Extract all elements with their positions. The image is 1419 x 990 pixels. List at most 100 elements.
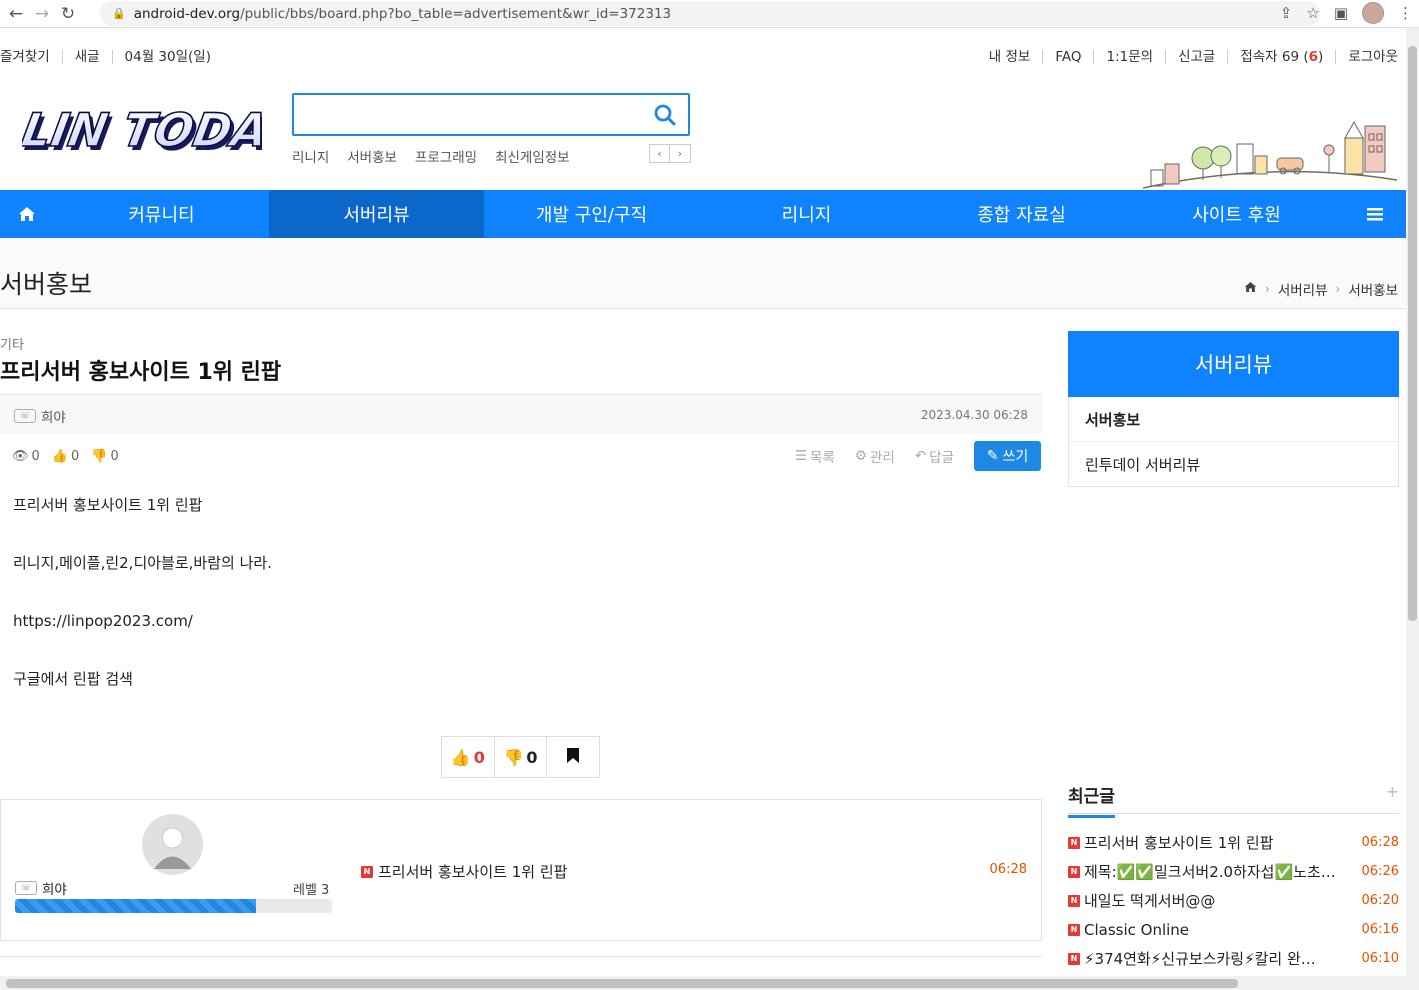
list-item[interactable]: N 프리서버 홍보사이트 1위 린팝 06:28 xyxy=(1068,828,1399,857)
new-icon: N xyxy=(1068,923,1080,936)
new-icon: N xyxy=(1068,865,1080,878)
sidebar-item-server-review[interactable]: 린투데이 서버리뷰 xyxy=(1069,441,1398,486)
scroll-thumb[interactable] xyxy=(1408,46,1417,621)
inquiry-link[interactable]: 1:1문의 xyxy=(1093,50,1165,64)
my-info-link[interactable]: 내 정보 xyxy=(989,50,1043,64)
nav-server-review[interactable]: 서버리뷰 xyxy=(269,190,484,238)
nav-lineage[interactable]: 리니지 xyxy=(699,190,914,238)
post-stats: 👁 0 👍 0 👎 0 xyxy=(12,449,119,464)
profile-level: 레벨 3 xyxy=(293,883,330,898)
popular-keywords: 리니지 서버홍보 프로그래밍 최신게임정보 xyxy=(292,146,570,166)
avatar[interactable] xyxy=(142,814,203,875)
thumbs-up-icon: 👍 xyxy=(450,747,471,767)
town-illustration xyxy=(1142,116,1398,192)
next-section-divider xyxy=(0,956,1042,976)
search-input[interactable] xyxy=(302,95,642,133)
manage-button[interactable]: ⚙ 관리 xyxy=(855,446,895,466)
vote-box: 👍 0 👎 0 xyxy=(441,736,600,778)
report-link[interactable]: 신고글 xyxy=(1165,50,1227,64)
logout-link[interactable]: 로그아웃 xyxy=(1335,50,1398,64)
sidebar-title: 서버리뷰 xyxy=(1068,331,1399,397)
sidebar-menu: 서버홍보 린투데이 서버리뷰 xyxy=(1068,397,1399,487)
post-writer[interactable]: 희야 xyxy=(41,406,66,426)
search-icon[interactable] xyxy=(654,104,676,130)
utility-bar: 즐겨찾기 새글 04월 30일(일) 내 정보 FAQ 1:1문의 신고글 접속… xyxy=(0,44,1406,72)
sidepanel-icon[interactable]: ▣ xyxy=(1334,4,1348,22)
content-line: 리니지,메이플,린2,디아블로,바람의 나라. xyxy=(13,554,272,572)
profile-latest-post[interactable]: 프리서버 홍보사이트 1위 린팝 xyxy=(378,861,567,882)
recent-posts-header: 최근글 + xyxy=(1068,780,1399,818)
horizontal-scrollbar[interactable] xyxy=(0,976,1419,990)
list-item[interactable]: N 제목:✅✅밀크서버2.0하자섭✅노초… 06:26 xyxy=(1068,857,1399,886)
url-domain: android-dev.org xyxy=(133,5,241,22)
profile-avatar[interactable] xyxy=(1362,2,1384,24)
visitor-count[interactable]: 접속자 69 (6) xyxy=(1227,50,1335,64)
new-icon: N xyxy=(1068,836,1080,849)
list-item[interactable]: N ⚡374연화⚡신규보스카링⚡칼리 완… 06:10 xyxy=(1068,944,1399,973)
content-link[interactable]: https://linpop2023.com/ xyxy=(13,612,272,631)
new-icon: N xyxy=(1068,894,1080,907)
more-icon[interactable]: ⋮ xyxy=(1398,4,1413,22)
post-info-bar: ☏ 희야 2023.04.30 06:28 xyxy=(0,394,1042,434)
url-path: /public/bbs/board.php?bo_table=advertise… xyxy=(240,5,672,22)
hamburger-menu-icon[interactable] xyxy=(1344,190,1406,238)
favorites-link[interactable]: 즐겨찾기 xyxy=(0,50,62,64)
post-category: 기타 xyxy=(0,338,24,353)
reply-icon: ↶ xyxy=(914,448,927,464)
back-icon[interactable]: ← xyxy=(6,4,26,24)
home-icon[interactable] xyxy=(0,190,54,238)
level-badge-icon: ☏ xyxy=(14,409,36,423)
main-navigation: 커뮤니티 서버리뷰 개발 구인/구직 리니지 종합 자료실 사이트 후원 xyxy=(0,190,1406,238)
thumbs-down-icon: 👎 xyxy=(91,449,108,464)
new-icon: N xyxy=(361,865,373,878)
profile-name[interactable]: 희야 xyxy=(42,878,67,898)
keyword-link[interactable]: 서버홍보 xyxy=(347,146,397,166)
reply-button[interactable]: ↶ 답글 xyxy=(915,446,954,466)
address-bar[interactable]: 🔒 android-dev.org/public/bbs/board.php?b… xyxy=(100,1,1320,26)
scroll-thumb[interactable] xyxy=(6,979,1238,988)
chevron-left-icon[interactable]: ‹ xyxy=(649,144,670,163)
reload-icon[interactable]: ↻ xyxy=(58,4,78,24)
new-posts-link[interactable]: 새글 xyxy=(61,50,112,64)
bookmark-star-icon[interactable]: ☆ xyxy=(1306,4,1319,22)
level-badge-icon: ☏ xyxy=(15,881,37,895)
chevron-right-icon[interactable]: › xyxy=(670,144,691,163)
keyword-link[interactable]: 프로그래밍 xyxy=(415,146,477,166)
post-content: 프리서버 홍보사이트 1위 린팝 리니지,메이플,린2,디아블로,바람의 나라.… xyxy=(13,496,272,728)
profile-latest-time: 06:28 xyxy=(989,862,1027,877)
share-icon[interactable]: ⇪ xyxy=(1280,4,1293,22)
thumbs-down-icon: 👎 xyxy=(503,747,524,767)
write-button[interactable]: ✎ 쓰기 xyxy=(974,441,1041,471)
eye-icon: 👁 xyxy=(12,449,29,464)
browser-toolbar: ← → ↻ 🔒 android-dev.org/public/bbs/board… xyxy=(0,0,1419,28)
nav-resources[interactable]: 종합 자료실 xyxy=(914,190,1129,238)
breadcrumb: › 서버리뷰 › 서버홍보 xyxy=(1244,279,1398,299)
list-button[interactable]: ☰ 목록 xyxy=(795,446,835,466)
breadcrumb-item[interactable]: 서버리뷰 xyxy=(1278,279,1328,299)
list-icon: ☰ xyxy=(794,448,808,464)
home-icon[interactable] xyxy=(1244,281,1257,297)
nav-jobs[interactable]: 개발 구인/구직 xyxy=(484,190,699,238)
sidebar-item-server-promo[interactable]: 서버홍보 xyxy=(1069,397,1398,441)
search-box[interactable] xyxy=(292,93,690,136)
faq-link[interactable]: FAQ xyxy=(1042,50,1093,64)
more-plus-icon[interactable]: + xyxy=(1386,782,1399,801)
forward-icon[interactable]: → xyxy=(32,4,52,24)
nav-support[interactable]: 사이트 후원 xyxy=(1129,190,1344,238)
keyword-link[interactable]: 최신게임정보 xyxy=(495,146,570,166)
like-count: 0 xyxy=(70,449,80,464)
recent-posts-list: N 프리서버 홍보사이트 1위 린팝 06:28 N 제목:✅✅밀크서버2.0하자섭✅… xyxy=(1068,828,1399,973)
vertical-scrollbar[interactable] xyxy=(1406,28,1419,976)
thumbs-up-icon: 👍 xyxy=(51,449,68,464)
list-item[interactable]: N 내일도 떡게서버@@ 06:20 xyxy=(1068,886,1399,915)
scrap-button[interactable] xyxy=(546,737,599,777)
list-item[interactable]: N Classic Online 06:16 xyxy=(1068,915,1399,944)
nav-community[interactable]: 커뮤니티 xyxy=(54,190,269,238)
new-icon: N xyxy=(1068,952,1080,965)
site-logo[interactable]: LIN TODAY LIN TODAY xyxy=(17,98,308,168)
vote-good-button[interactable]: 👍 0 xyxy=(442,737,494,777)
page-title: 서버홍보 xyxy=(0,270,93,299)
keyword-link[interactable]: 리니지 xyxy=(292,146,329,166)
vote-bad-button[interactable]: 👎 0 xyxy=(493,737,547,777)
breadcrumb-item[interactable]: 서버홍보 xyxy=(1348,279,1398,299)
